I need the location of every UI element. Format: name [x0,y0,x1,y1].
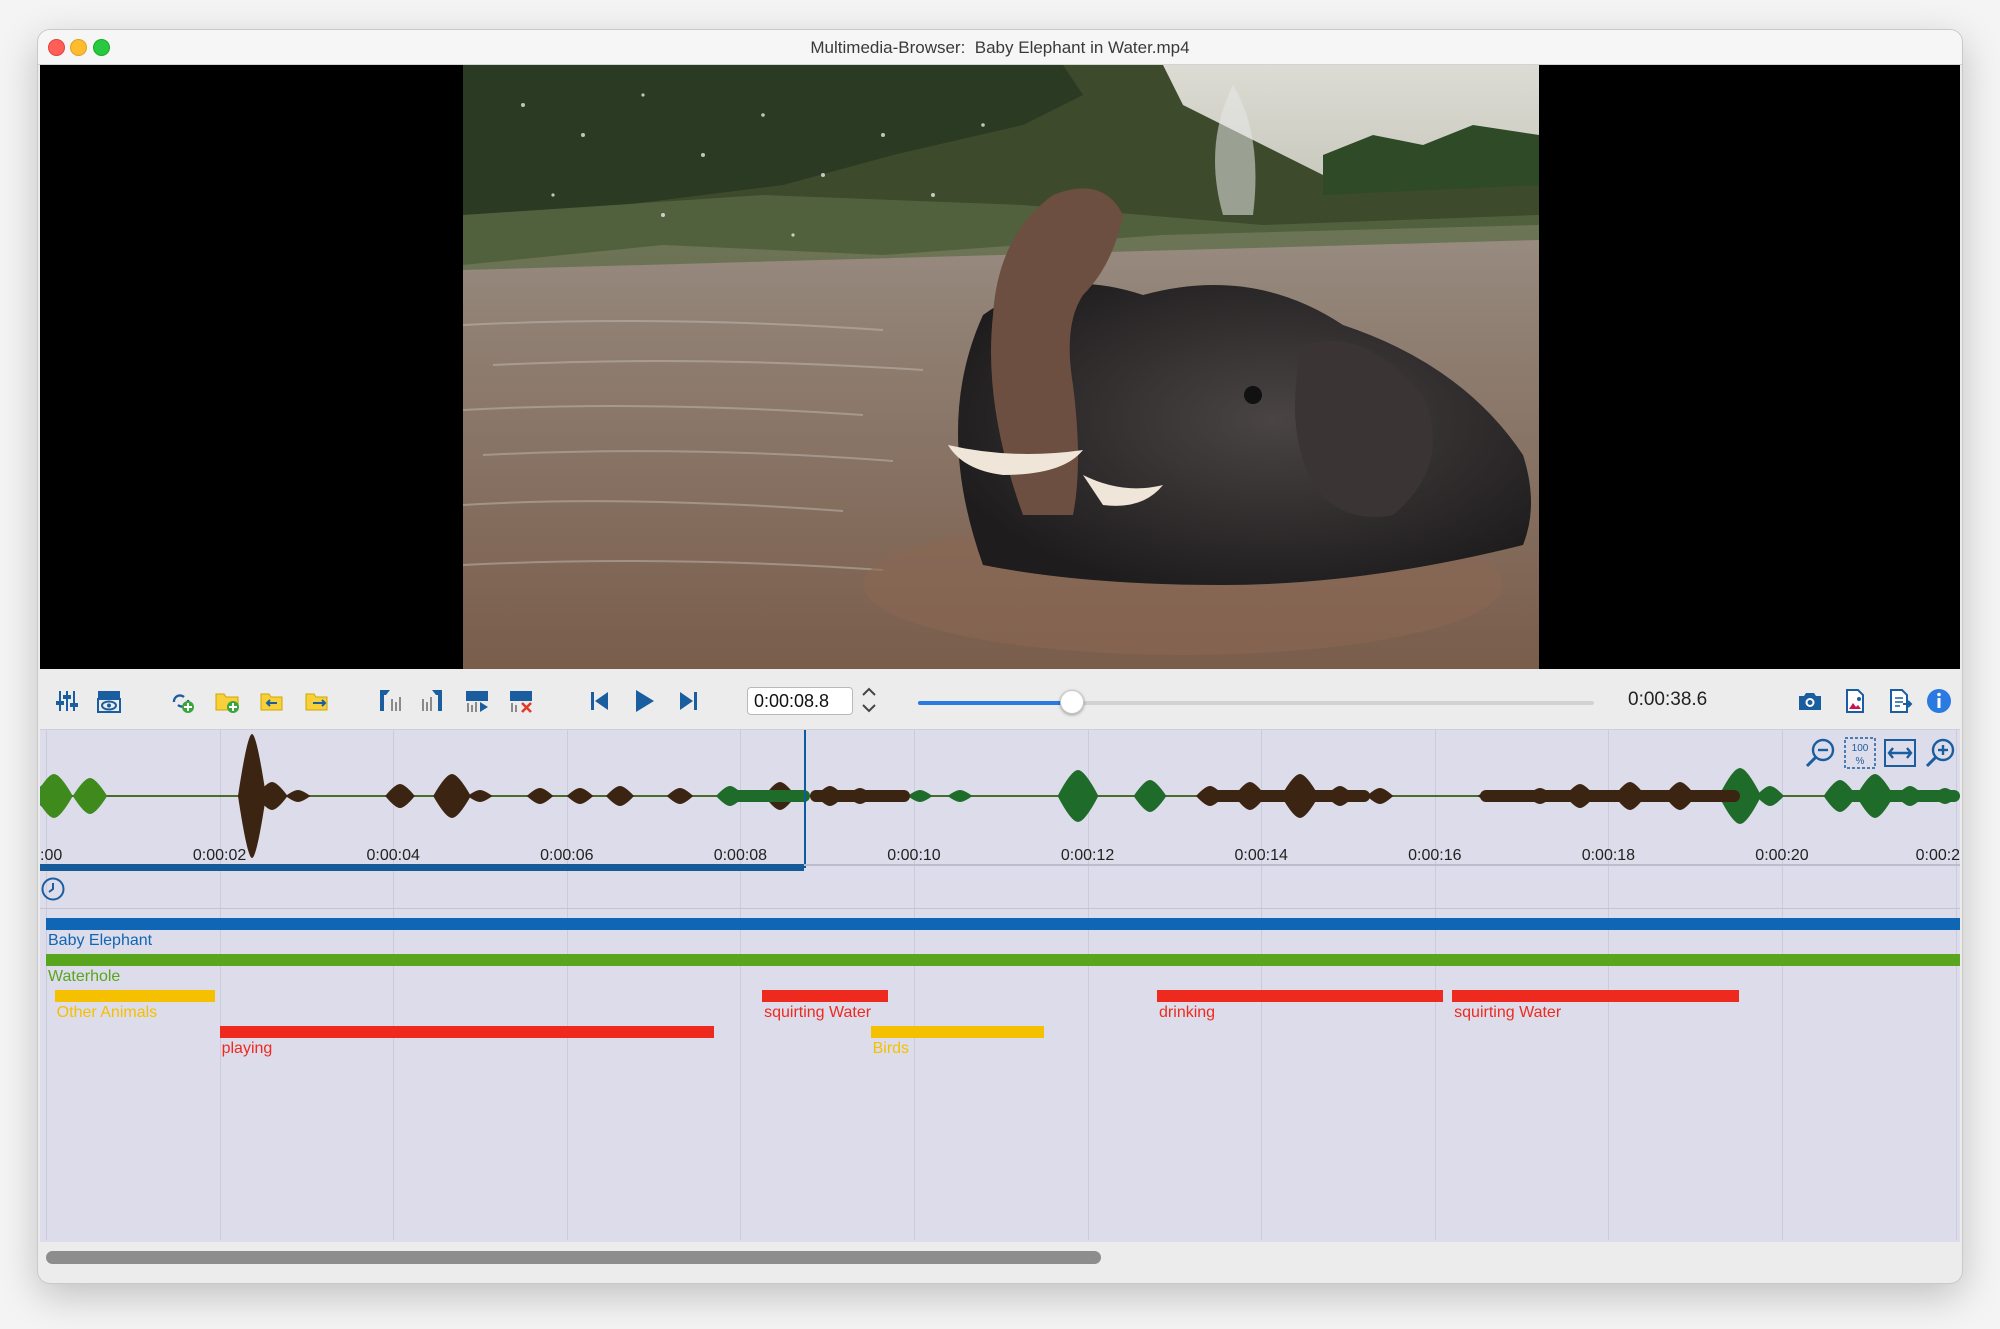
waveform-peak [1756,786,1784,806]
time-tick-label: 0:00:16 [1408,847,1462,864]
link-add-icon[interactable] [167,687,197,715]
time-tick-label: 0:00:08 [713,847,768,864]
snapshot-camera-icon[interactable] [1795,687,1825,715]
timeline-panel[interactable]: :00 0:00:02 0:00:04 0:00:06 0:00:08 0:00:10 0:… [40,730,1960,1270]
waveform-segment [1480,790,1740,802]
export-document-icon[interactable] [1885,687,1915,715]
waveform-peak [40,774,73,818]
waveform-peak [72,778,108,814]
audio-waveform[interactable] [40,730,1960,862]
svg-text:%: % [1856,756,1865,767]
duration-label: 0:00:38.6 [1628,689,1708,710]
import-icon[interactable] [256,687,286,715]
elephant-in-water-image [463,65,1539,669]
time-tick-label: 0:00:10 [887,847,941,864]
code-label: drinking [1159,1004,1216,1021]
window-title: Multimedia-Browser: Baby Elephant in Wat… [810,38,1190,57]
skip-back-icon[interactable] [585,687,615,715]
current-time-field[interactable]: 0:00:08.8 [747,687,853,715]
code-bar-birds[interactable] [870,1026,1045,1038]
preview-eye-icon[interactable] [94,687,124,715]
play-selection-icon[interactable] [462,687,492,715]
waveform-peak [566,788,594,804]
zoom-fit-icon[interactable] [1883,736,1917,770]
settings-sliders-icon[interactable] [52,687,82,715]
played-range-bar [40,864,804,871]
time-tick-label: 0:00:18 [1581,847,1636,864]
code-label: squirting Water [1454,1004,1562,1021]
app-window: Multimedia-Browser: Baby Elephant in Wat… [38,30,1962,1283]
export-icon[interactable] [302,687,332,715]
code-label: Waterhole [48,968,121,985]
playback-slider-fill [918,701,1073,705]
playback-slider[interactable] [918,690,1594,714]
clock-icon[interactable] [40,876,66,902]
play-icon[interactable] [629,687,659,715]
waveform-peak [1133,780,1167,812]
code-bar-squirting-water[interactable] [1452,990,1739,1002]
waveform-peak [285,790,311,802]
folder-add-icon[interactable] [212,687,242,715]
zoom-out-icon[interactable] [1803,736,1837,770]
waveform-segment [810,790,910,802]
export-image-icon[interactable] [1840,687,1870,715]
zoom-100-icon[interactable]: 100% [1843,736,1877,770]
time-tick-label: 0:00:06 [540,847,594,864]
time-tick-label: 0:00:04 [366,847,420,864]
waveform-peak [1057,770,1099,822]
title-bar: Multimedia-Browser: Baby Elephant in Wat… [38,30,1962,65]
time-tick-label: 0:00:02 [192,847,247,864]
playhead-cursor[interactable] [804,730,806,868]
waveform-peak [907,790,933,802]
code-label: Baby Elephant [48,932,153,949]
waveform-peak [666,788,694,804]
clear-selection-icon[interactable] [506,687,536,715]
code-bar-squirting-water[interactable] [762,990,888,1002]
waveform-segment [1200,790,1370,802]
waveform-peak [1366,788,1394,804]
code-label: squirting Water [764,1004,872,1021]
ruler-separator [40,908,1960,909]
waveform-peak [385,784,415,808]
waveform-segment [1840,790,1960,802]
video-viewport[interactable] [40,65,1960,669]
time-stepper[interactable] [858,683,880,717]
time-tick-label: 0:00:14 [1234,847,1288,864]
time-tick-label: :00 [40,847,63,864]
waveform-segment [730,790,810,802]
set-start-icon[interactable] [374,687,404,715]
zoom-100-label: 100 [1852,743,1869,754]
code-bar-drinking[interactable] [1157,990,1444,1002]
code-bar-baby-elephant[interactable] [46,918,1960,930]
scrollbar-thumb[interactable] [46,1251,1101,1264]
set-end-icon[interactable] [418,687,448,715]
skip-forward-icon[interactable] [673,687,703,715]
time-tick-label: 0:00:12 [1060,847,1115,864]
code-label: playing [221,1040,273,1057]
playback-slider-knob[interactable] [1060,690,1085,714]
code-label: Other Animals [56,1004,158,1021]
info-icon[interactable] [1924,687,1954,715]
video-frame-elephant [463,65,1539,669]
code-bar-waterhole[interactable] [46,954,1960,966]
time-tick-label: 0:00:20 [1755,847,1809,864]
zoom-in-icon[interactable] [1923,736,1957,770]
waveform-peak [526,788,554,804]
horizontal-scrollbar[interactable] [40,1242,1960,1270]
code-label: Birds [872,1040,910,1057]
waveform-peak [947,790,973,802]
code-bar-other-animals[interactable] [54,990,216,1002]
waveform-peak [433,774,471,818]
player-toolbar: 0:00:08.8 0:00:38.6 [40,671,1960,730]
waveform-peak [467,790,493,802]
code-bar-playing[interactable] [219,1026,715,1038]
waveform-peak [606,786,634,806]
time-tick-label: 0:00:2 [1915,847,1961,864]
